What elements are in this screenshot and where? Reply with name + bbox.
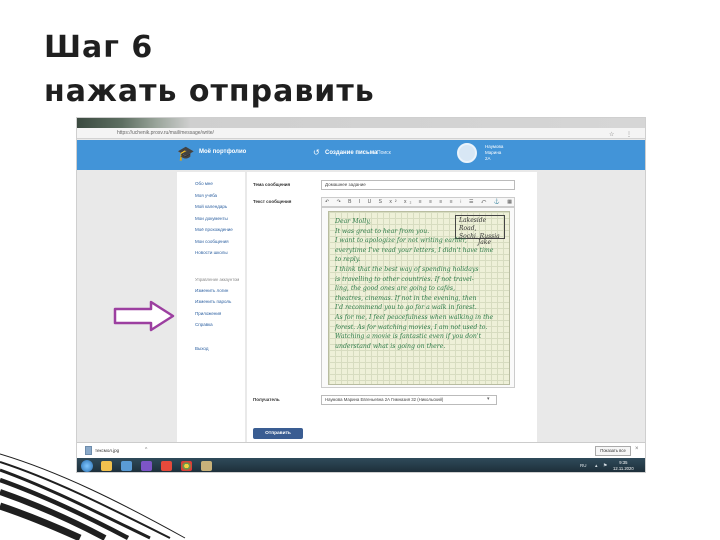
clock-date: 12.11.2020 [613,466,634,471]
close-icon[interactable]: × [635,446,639,452]
sidebar-item-logout[interactable]: Выход [177,343,245,355]
sidebar-item-documents[interactable]: Мои документы [177,213,245,225]
text-label: Текст сообщения [253,199,292,204]
editor-toolbar[interactable]: ↶ ↷ B I U S x² x₂ ≡ ≡ ≡ ≡ ⁝ ☰ ⤺ ⚓ ▦ Ω ⊞ [321,197,515,207]
sidebar-item-apps[interactable]: Приложения [177,308,245,320]
slide-title-action: нажать отправить [44,74,375,109]
letter-line: theatres, cinemas. If not in the evening… [335,294,477,302]
user-first-name: Марина [485,150,502,155]
sidebar: Обо мне Моя учёба Мой календарь Мои доку… [177,172,245,457]
subject-input[interactable]: Домашнее задание [321,180,515,190]
sidebar-section-account: Управление аккаунтом [195,276,240,282]
browser-screenshot: https://uchenik.prosv.ru/mail/message/wr… [76,117,646,473]
letter-line: As for me, I feel peacefulness when walk… [335,313,494,321]
recipient-select[interactable]: Наумова Марина Евгеньевна 2А Гимназия 32… [321,395,497,405]
user-class: 2А [485,156,491,161]
sidebar-item-calendar[interactable]: Мой календарь [177,201,245,213]
sidebar-item-news[interactable]: Новости школы [177,247,245,259]
taskbar-clock[interactable]: 9:35 12.11.2020 [613,460,634,472]
slide-title: Шаг 6 нажать отправить [44,30,375,110]
letter-line: I think that the best way of spending ho… [335,265,479,273]
browser-address-bar[interactable]: https://uchenik.prosv.ru/mail/message/wr… [77,128,645,139]
header-new-message[interactable]: Создание письма [325,150,377,156]
letter-line: understand what is going on there. [335,342,446,350]
letter-line: everytime I've read your letters, I didn… [335,246,494,254]
sidebar-item-change-login[interactable]: Изменить логин [177,285,245,297]
brand-name[interactable]: Моё портфолио [199,149,246,155]
compose-form: Тема сообщения Домашнее задание Текст со… [247,172,537,457]
chevron-down-icon[interactable]: ▾ [487,396,490,402]
letter-line: is travelling to other countries. If not… [335,275,474,283]
clock-time: 9:35 [619,460,628,465]
letter-line: I want to apologize for not writing earl… [335,237,467,245]
recipient-label: Получатель [253,397,280,402]
letter-line: It was great to hear from you. [335,227,430,235]
tray-icons[interactable]: ▴ ⚑ [595,463,609,469]
letter-line: to reply. [335,256,361,264]
header-search[interactable]: Поиск [377,150,391,156]
subject-label: Тема сообщения [253,182,291,187]
sidebar-item-progress[interactable]: Моё прохождение [177,224,245,236]
new-message-icon: ↺ [313,148,320,157]
sidebar-item-messages[interactable]: Мои сообщения [177,236,245,248]
user-name: Наумова Марина 2А [485,144,503,162]
letter-line: ling, the good ones are going to cafés, [335,285,456,293]
user-last-name: Наумова [485,144,504,149]
slide-title-step: Шаг 6 [44,30,154,65]
letter-image: Lakeside Road, Sochi, Russia Jake Dear M… [328,211,510,385]
sidebar-item-about[interactable]: Обо мне [177,178,245,190]
letter-body: Dear Molly, It was great to hear from yo… [335,217,493,351]
sidebar-item-change-password[interactable]: Изменить пароль [177,296,245,308]
pointer-arrow-icon [113,300,175,332]
paint-icon[interactable] [201,461,212,471]
language-indicator[interactable]: RU [580,463,587,468]
letter-line: Dear Molly, [335,218,371,225]
graduation-cap-icon: 🎓 [177,145,195,161]
show-all-downloads-button[interactable]: Показать все [595,446,631,456]
avatar[interactable] [457,143,477,163]
letter-line: forest. As for watching movies, I am not… [335,323,488,331]
portal-header: 🎓 Моё портфолио ↺ Создание письма Поиск … [77,140,645,170]
sidebar-item-studies[interactable]: Моя учёба [177,190,245,202]
sidebar-item-help[interactable]: Справка [177,319,245,331]
letter-line: I'd recommend you to go for a walk in fo… [335,304,477,312]
message-editor[interactable]: Lakeside Road, Sochi, Russia Jake Dear M… [321,207,515,388]
slide-decoration-lines [0,453,186,540]
browser-tab-bar [77,118,645,128]
send-button[interactable]: Отправить [253,428,303,439]
url-text: https://uchenik.prosv.ru/mail/message/wr… [117,130,214,136]
letter-line: Watching a movie is fantastic even if yo… [335,333,482,341]
